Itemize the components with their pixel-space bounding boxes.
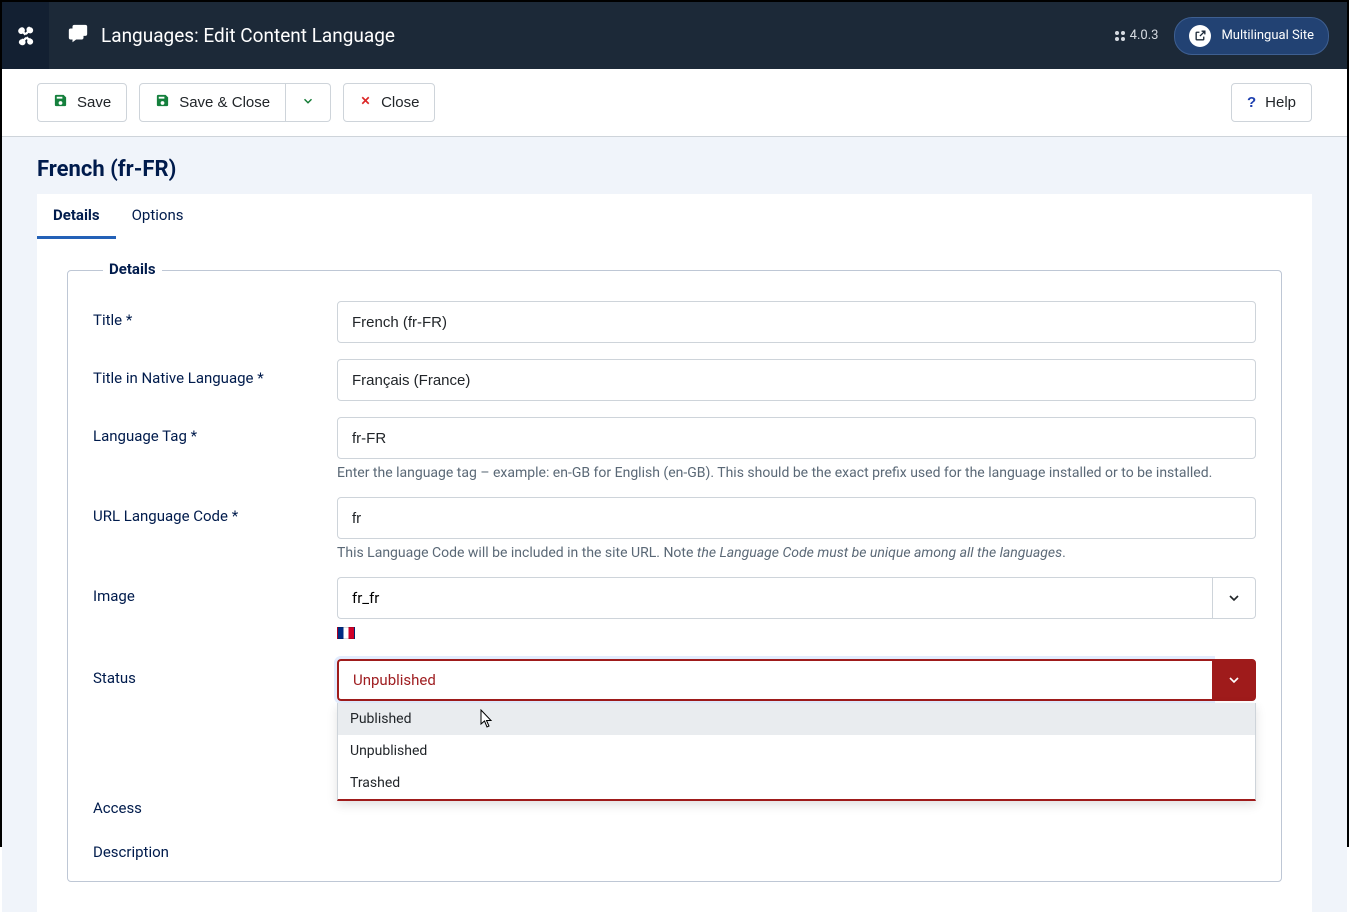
save-label: Save [77, 94, 111, 111]
tab-options[interactable]: Options [116, 194, 200, 239]
status-option-trashed[interactable]: Trashed [338, 767, 1255, 799]
version-text: 4.0.3 [1130, 28, 1159, 43]
site-link-button[interactable]: Multilingual Site [1174, 17, 1329, 55]
lang-tag-label: Language Tag * [93, 417, 337, 481]
close-button[interactable]: Close [343, 83, 435, 122]
site-link-label: Multilingual Site [1221, 28, 1314, 43]
title-label: Title * [93, 301, 337, 343]
image-label: Image [93, 577, 337, 643]
toolbar: Save Save & Close Close ? Help [2, 69, 1347, 137]
fieldset-legend: Details [103, 260, 162, 278]
comments-icon [67, 23, 89, 49]
status-select-value: Unpublished [337, 659, 1212, 701]
image-select[interactable]: fr_fr [337, 577, 1256, 619]
url-code-help: This Language Code will be included in t… [337, 545, 1256, 561]
save-icon [155, 93, 170, 112]
page-title: French (fr-FR) [37, 157, 1312, 182]
help-icon: ? [1247, 94, 1256, 111]
save-close-label: Save & Close [179, 94, 270, 111]
admin-header: Languages: Edit Content Language 4.0.3 M… [2, 2, 1347, 69]
status-option-published[interactable]: Published [338, 703, 1255, 735]
image-select-value: fr_fr [337, 577, 1212, 619]
help-button[interactable]: ? Help [1231, 83, 1312, 122]
url-code-input[interactable] [337, 497, 1256, 539]
details-fieldset: Details Title * Title in Native Language… [67, 270, 1282, 882]
save-close-button[interactable]: Save & Close [139, 83, 286, 122]
page-header-title: Languages: Edit Content Language [101, 24, 395, 47]
description-label: Description [93, 833, 337, 861]
url-code-label: URL Language Code * [93, 497, 337, 561]
flag-preview-france [337, 627, 355, 639]
tabs: Details Options [37, 194, 1312, 240]
access-label: Access [93, 789, 337, 817]
chevron-down-icon [1212, 577, 1256, 619]
save-icon [53, 93, 68, 112]
chevron-down-icon [301, 94, 315, 112]
native-input[interactable] [337, 359, 1256, 401]
lang-tag-help: Enter the language tag – example: en-GB … [337, 465, 1256, 481]
status-select[interactable]: Unpublished [337, 659, 1256, 701]
status-label: Status [93, 659, 337, 701]
close-icon [359, 94, 372, 111]
close-label: Close [381, 94, 419, 111]
help-label: Help [1265, 94, 1296, 111]
save-button[interactable]: Save [37, 83, 127, 122]
tab-details[interactable]: Details [37, 194, 116, 239]
title-input[interactable] [337, 301, 1256, 343]
version-badge: 4.0.3 [1114, 28, 1159, 43]
chevron-down-icon [1212, 659, 1256, 701]
joomla-logo[interactable] [2, 2, 49, 69]
external-link-icon [1189, 25, 1211, 47]
status-option-unpublished[interactable]: Unpublished [338, 735, 1255, 767]
status-dropdown: Published Unpublished Trashed [337, 703, 1256, 801]
native-label: Title in Native Language * [93, 359, 337, 401]
save-dropdown-toggle[interactable] [286, 83, 331, 122]
lang-tag-input[interactable] [337, 417, 1256, 459]
